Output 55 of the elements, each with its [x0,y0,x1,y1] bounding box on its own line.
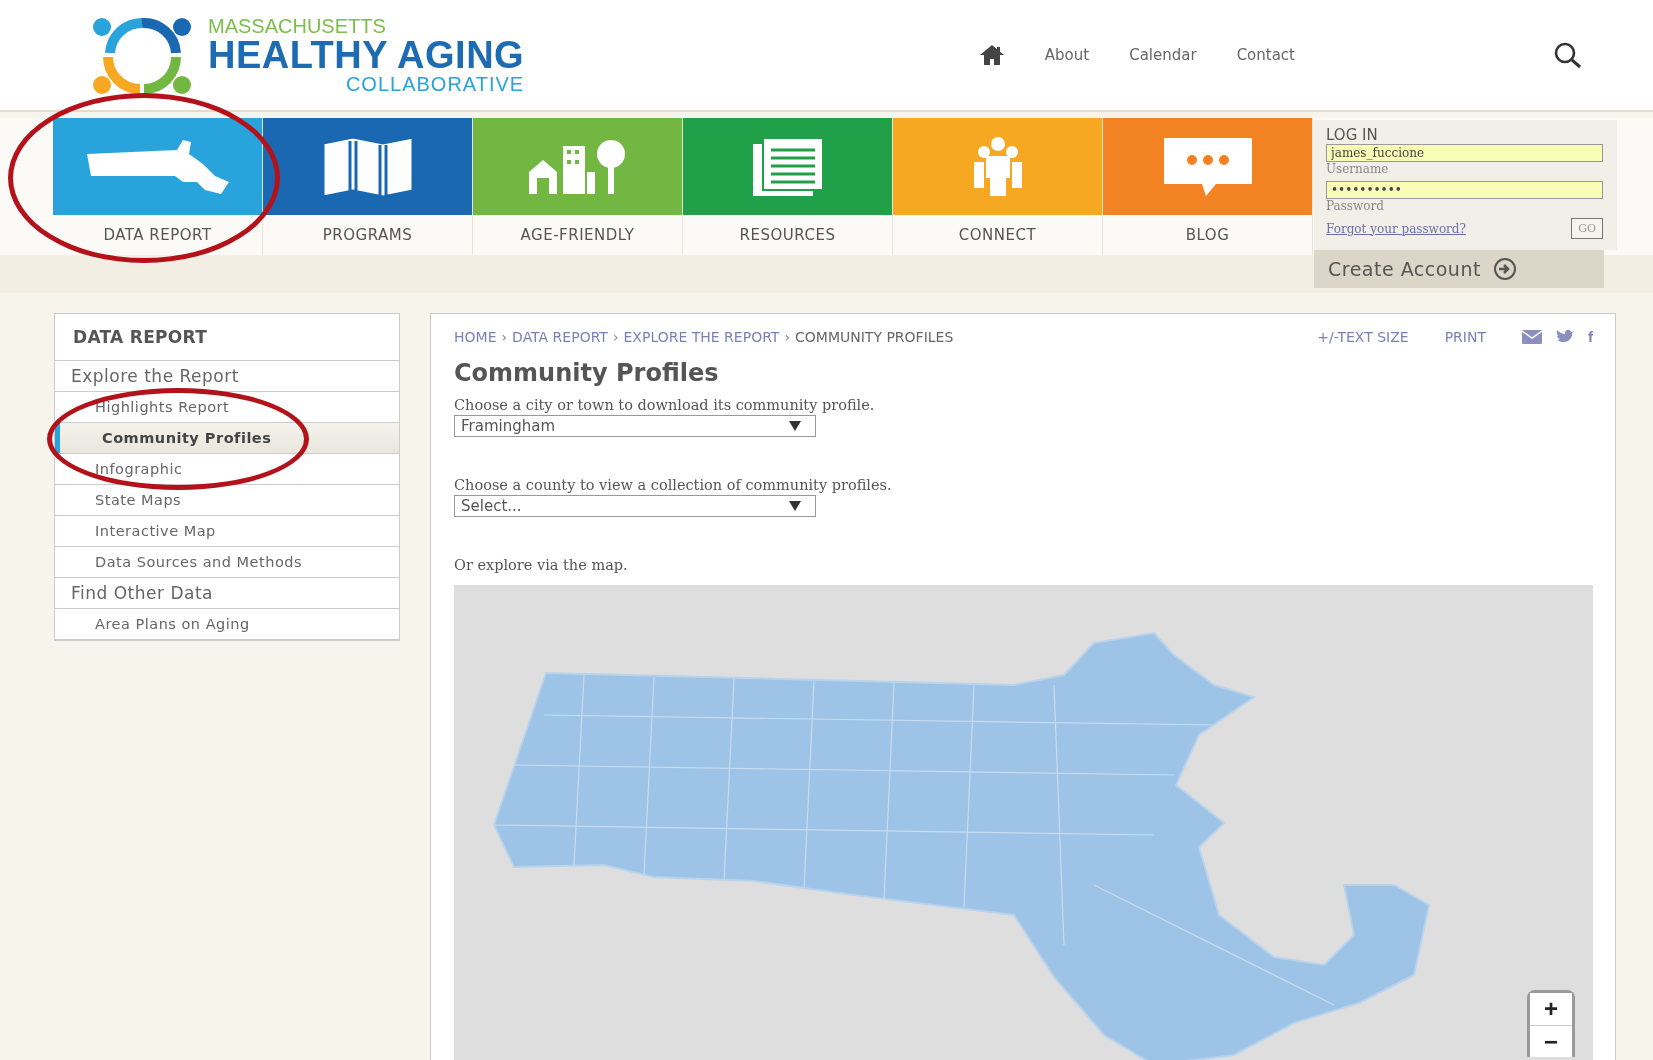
home-icon[interactable] [978,44,1005,66]
nav-link[interactable]: Calendar [1129,46,1197,64]
print-link[interactable]: PRINT [1444,328,1486,345]
field-label: Choose a county to view a collection of community profiles. [454,477,893,493]
breadcrumb-link[interactable]: EXPLORE THE REPORT [623,328,780,345]
breadcrumb-separator: › [612,328,619,345]
people-icon [971,135,1024,198]
state-map-icon [84,137,231,196]
sidebar-item[interactable]: State Maps [55,485,399,516]
password-field[interactable]: •••••••••• [1326,181,1603,199]
nav-tile-label[interactable]: AGE-FRIENDLY [473,215,682,255]
field-label: Password [1326,199,1385,214]
breadcrumb-link[interactable]: HOME [454,328,497,345]
page-heading: Community Profiles [454,359,720,387]
logo-text-line: MASSACHUSETTS [208,15,387,37]
bird-icon[interactable] [1556,329,1574,344]
sidebar-item[interactable]: Infographic [55,454,399,485]
nav-tile-label[interactable]: PROGRAMS [263,215,472,255]
field-label: Username [1326,162,1390,177]
map-panel[interactable]: + − [454,585,1593,1060]
sidebar-item[interactable]: Data Sources and Methods [55,547,399,578]
sidebar-item[interactable]: Area Plans on Aging [55,609,399,640]
nav-tile-label[interactable]: BLOG [1103,215,1312,255]
sidebar-item[interactable]: Interactive Map [55,516,399,547]
text-size-link[interactable]: +/-TEXT SIZE [1317,328,1409,345]
facebook-icon[interactable]: f [1588,328,1593,345]
breadcrumb-separator: › [501,328,508,345]
arrow-circle-icon [1492,257,1517,281]
nav-tile-label[interactable]: RESOURCES [683,215,892,255]
login-title: LOG IN [1326,126,1379,144]
dropdown-arrow-icon [789,421,801,431]
map-prompt: Or explore via the map. [454,557,629,573]
breadcrumb-link[interactable]: DATA REPORT [512,328,608,345]
city-select[interactable]: Framingham [454,415,816,437]
nav-link[interactable]: About [1044,46,1090,64]
logo-title: HEALTHY AGING [208,36,525,74]
field-label: Choose a city or town to download its community profile. [454,397,876,413]
create-account-button[interactable]: Create Account [1314,250,1604,288]
logo-text-line: COLLABORATIVE [345,74,525,94]
speech-bubble-icon [1163,137,1252,196]
sidebar-item[interactable]: Explore the Report [55,361,399,392]
sidebar-item[interactable]: Community Profiles [55,423,399,454]
nav-link[interactable]: Contact [1236,46,1295,64]
nav-tile-label[interactable]: DATA REPORT [53,215,262,255]
buildings-icon [528,137,627,196]
sidebar-item[interactable]: Find Other Data [55,578,399,609]
search-icon[interactable] [1553,41,1583,69]
dropdown-arrow-icon [789,501,801,511]
breadcrumb-separator: › [784,328,791,345]
nav-tile-label[interactable]: CONNECT [893,215,1102,255]
email-icon[interactable] [1522,329,1542,344]
breadcrumb-current: COMMUNITY PROFILES [795,328,954,345]
sidebar-title: DATA REPORT [55,314,399,361]
county-select[interactable]: Select... [454,495,816,517]
forgot-password-link[interactable]: Forgot your password? [1326,221,1466,236]
